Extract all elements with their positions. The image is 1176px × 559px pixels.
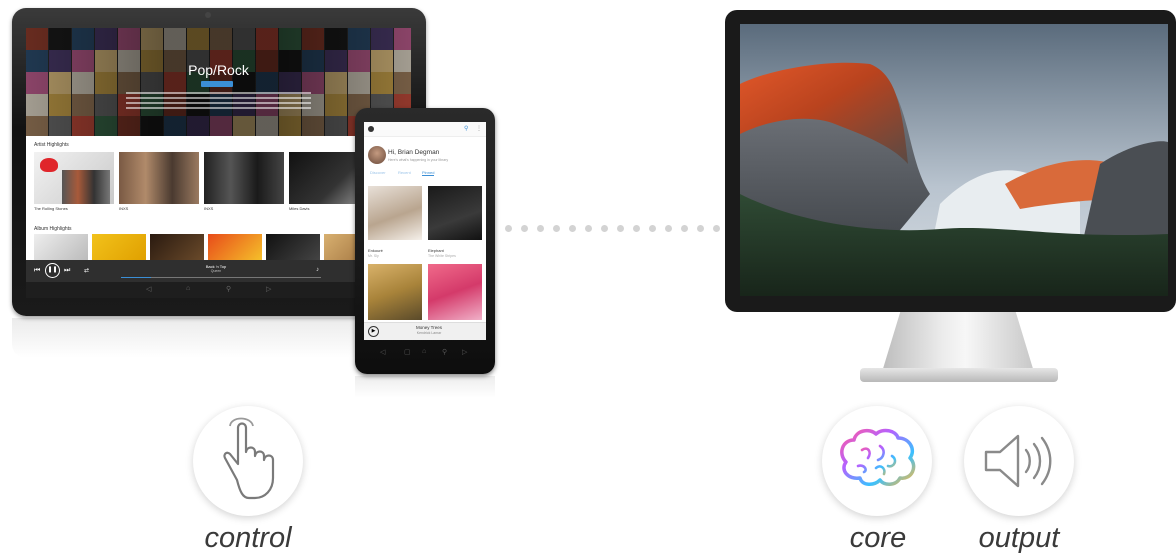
app-logo-icon <box>368 126 374 132</box>
album-highlights-label: Album Highlights <box>34 226 72 232</box>
connector-dot <box>665 225 672 232</box>
tongue-logo-icon <box>40 158 58 172</box>
monitor-screen <box>740 24 1168 296</box>
album-card[interactable] <box>34 234 88 260</box>
album-title: Enkouré <box>368 248 383 253</box>
tab-pinned[interactable]: Pinned <box>422 170 435 176</box>
android-nav-bar <box>26 282 411 298</box>
artist-card[interactable] <box>34 152 114 204</box>
album-thumb[interactable] <box>428 264 482 320</box>
progress-track[interactable] <box>121 277 321 278</box>
album-thumb[interactable] <box>368 186 422 240</box>
connector-dot <box>537 225 544 232</box>
search-icon[interactable]: ⚲ <box>442 348 447 356</box>
menu-icon[interactable]: ⋮ <box>476 125 482 132</box>
connector-dot <box>633 225 640 232</box>
previous-icon[interactable]: ⏮ <box>34 267 40 275</box>
monitor-stand <box>882 312 1034 372</box>
genre-play-button[interactable] <box>201 81 233 87</box>
mini-player-title: Money Trees <box>415 325 442 330</box>
artist-card[interactable] <box>119 152 199 204</box>
home-icon[interactable]: ⌂ <box>422 348 426 355</box>
output-label: output <box>978 522 1060 554</box>
album-card[interactable] <box>266 234 320 260</box>
artist-name: INXS <box>119 206 129 211</box>
connector-dot <box>585 225 592 232</box>
recent-icon[interactable]: ▷ <box>266 285 271 293</box>
back-icon[interactable]: ◁ <box>380 348 385 356</box>
tab-recent[interactable]: Recent <box>398 170 411 175</box>
tablet-camera <box>205 12 211 18</box>
next-icon[interactable]: ⏭ <box>64 267 70 275</box>
phone-nav-bar: ◁ ▢ ⌂ ⚲ ▷ <box>364 340 486 364</box>
play-icon[interactable]: ▶ <box>368 326 379 337</box>
core-label: core <box>849 522 907 554</box>
album-artist: Mr. Sly <box>368 254 379 258</box>
phone-reflection <box>355 376 495 398</box>
album-thumb[interactable] <box>368 264 422 320</box>
shuffle-icon[interactable]: ⇄ <box>84 267 89 274</box>
album-card[interactable] <box>150 234 204 260</box>
home-icon[interactable]: ⌂ <box>186 285 190 292</box>
forward-icon[interactable]: ▷ <box>462 348 467 356</box>
progress-fill <box>121 277 151 278</box>
connector-dot <box>601 225 608 232</box>
connector-dot <box>649 225 656 232</box>
hand-pointer-icon <box>223 417 275 500</box>
control-label: control <box>204 522 292 554</box>
tablet-screen: Pop/Rock Artist Highlights The Rolling S… <box>26 28 411 298</box>
album-thumb[interactable] <box>428 186 482 240</box>
connector-dot <box>681 225 688 232</box>
core-circle <box>822 406 932 516</box>
search-icon[interactable]: ⚲ <box>226 285 231 293</box>
wallpaper-landscape <box>740 24 1168 296</box>
album-artist: The White Stripes <box>428 254 456 258</box>
album-title: Elephant <box>428 248 444 253</box>
greeting-subtitle: Here's what's happening in your library <box>388 158 449 162</box>
search-icon[interactable]: ⚲ <box>464 125 468 132</box>
mini-player-artist: Kendrick Lamar <box>416 331 442 335</box>
avatar[interactable] <box>368 146 386 164</box>
connector-dot <box>569 225 576 232</box>
speaker-icon <box>984 434 1052 488</box>
artist-name: INXS <box>204 206 214 211</box>
connector-dot <box>617 225 624 232</box>
connector-dot <box>697 225 704 232</box>
monitor-stand-base <box>860 368 1058 382</box>
brain-icon <box>840 428 916 486</box>
album-card[interactable] <box>208 234 262 260</box>
genre-title: Pop/Rock <box>188 62 249 78</box>
artist-name: The Rolling Stones <box>34 206 68 211</box>
recent-icon[interactable]: ▢ <box>404 348 411 356</box>
tab-discover[interactable]: Discover <box>370 170 386 175</box>
greeting: Hi, Brian Degman <box>388 149 440 156</box>
connector-dot <box>553 225 560 232</box>
output-circle <box>964 406 1074 516</box>
artist-card[interactable] <box>204 152 284 204</box>
control-circle <box>193 406 303 516</box>
back-icon[interactable]: ◁ <box>146 285 151 293</box>
volume-icon[interactable]: ♪ <box>316 267 319 273</box>
pause-icon[interactable]: ❚❚ <box>45 263 60 278</box>
genre-description <box>126 92 311 94</box>
connector-dot <box>505 225 512 232</box>
artist-highlights-label: Artist Highlights <box>34 142 69 148</box>
now-playing-artist: Queen <box>210 269 222 273</box>
artist-name: Miles Davis <box>289 206 310 211</box>
album-card[interactable] <box>92 234 146 260</box>
phone-screen: ⚲ ⋮ Hi, Brian Degman Here's what's happe… <box>364 122 486 340</box>
connector-dot <box>521 225 528 232</box>
connector-dot <box>713 225 720 232</box>
